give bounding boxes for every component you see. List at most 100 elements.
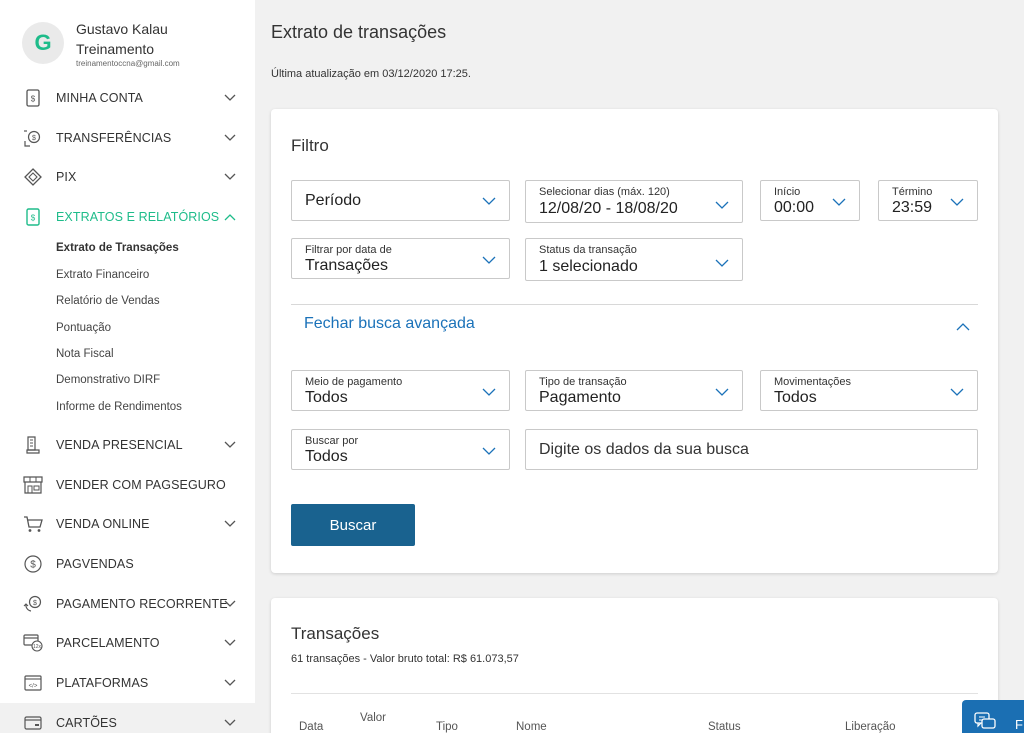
sidebar-subitem-relatorio-vendas[interactable]: Relatório de Vendas bbox=[56, 295, 160, 307]
sidebar-item-label: PARCELAMENTO bbox=[56, 636, 160, 650]
transactions-title: Transações bbox=[291, 624, 380, 643]
sidebar-item-label: PIX bbox=[56, 170, 77, 184]
sidebar-subitem-pontuacao[interactable]: Pontuação bbox=[56, 322, 111, 334]
sidebar-item-cartoes[interactable]: CARTÕES bbox=[0, 703, 255, 733]
chevron-down-icon bbox=[222, 675, 238, 691]
movimentacoes-select[interactable]: Movimentações Todos bbox=[760, 370, 978, 411]
search-input[interactable] bbox=[525, 429, 978, 470]
sidebar-item-pagamento-recorrente[interactable]: $ PAGAMENTO RECORRENTE bbox=[0, 584, 255, 624]
svg-text:</>: </> bbox=[29, 684, 38, 690]
filtrar-data-value: Transações bbox=[305, 257, 388, 274]
sidebar: G Gustavo Kalau Treinamento treinamentoc… bbox=[0, 0, 255, 733]
divider bbox=[291, 693, 978, 694]
report-icon: $ bbox=[23, 207, 43, 227]
pix-icon bbox=[23, 167, 43, 187]
column-header-status[interactable]: Status bbox=[708, 721, 741, 733]
svg-text:$: $ bbox=[33, 600, 37, 607]
cart-icon bbox=[23, 514, 43, 534]
sidebar-item-label: MINHA CONTA bbox=[56, 91, 143, 105]
svg-text:12x: 12x bbox=[33, 644, 42, 650]
transactions-card: Transações 61 transações - Valor bruto t… bbox=[271, 598, 998, 733]
movimentacoes-label: Movimentações bbox=[774, 376, 852, 388]
inicio-value: 00:00 bbox=[774, 199, 815, 216]
dias-value: 12/08/20 - 18/08/20 bbox=[539, 200, 678, 217]
meio-pagamento-select[interactable]: Meio de pagamento Todos bbox=[291, 370, 510, 411]
chevron-down-icon bbox=[949, 194, 965, 210]
chevron-down-icon bbox=[222, 596, 238, 612]
sidebar-item-label: VENDA ONLINE bbox=[56, 517, 150, 531]
svg-text:$: $ bbox=[31, 95, 36, 104]
periodo-value: Período bbox=[305, 192, 362, 209]
sidebar-item-pagvendas[interactable]: $ PAGVENDAS bbox=[0, 544, 255, 584]
chevron-down-icon bbox=[714, 197, 730, 213]
sidebar-item-plataformas[interactable]: </> PLATAFORMAS bbox=[0, 663, 255, 703]
meio-pagamento-value: Todos bbox=[305, 389, 348, 406]
tipo-transacao-value: Pagamento bbox=[539, 389, 621, 406]
sidebar-subitem-extrato-financeiro[interactable]: Extrato Financeiro bbox=[56, 269, 149, 281]
installment-icon: 12x bbox=[23, 633, 43, 653]
buscar-por-select[interactable]: Buscar por Todos bbox=[291, 429, 510, 470]
phone-dollar-icon: $ bbox=[23, 88, 43, 108]
svg-text:$: $ bbox=[32, 135, 36, 142]
chevron-down-icon bbox=[222, 437, 238, 453]
column-header-tipo[interactable]: Tipo bbox=[436, 721, 458, 733]
column-header-nome[interactable]: Nome bbox=[516, 721, 547, 733]
sidebar-item-extratos-relatorios[interactable]: $ EXTRATOS E RELATÓRIOS bbox=[0, 197, 255, 237]
periodo-select[interactable]: Período bbox=[291, 180, 510, 221]
column-header-liberacao[interactable]: Liberação bbox=[845, 721, 896, 733]
chevron-up-icon[interactable] bbox=[954, 318, 972, 336]
user-name: Gustavo Kalau Treinamento bbox=[76, 21, 168, 57]
card-machine-icon bbox=[23, 435, 43, 455]
chevron-down-icon bbox=[481, 384, 497, 400]
sidebar-item-label: PAGVENDAS bbox=[56, 557, 134, 571]
status-select[interactable]: Status da transação 1 selecionado bbox=[525, 238, 743, 281]
user-profile: G Gustavo Kalau Treinamento treinamentoc… bbox=[0, 0, 255, 78]
svg-text:$: $ bbox=[31, 214, 36, 223]
column-header-data[interactable]: Data bbox=[299, 721, 323, 733]
last-update-text: Última atualização em 03/12/2020 17:25. bbox=[271, 68, 471, 80]
chevron-down-icon bbox=[481, 252, 497, 268]
inicio-select[interactable]: Início 00:00 bbox=[760, 180, 860, 221]
tipo-transacao-select[interactable]: Tipo de transação Pagamento bbox=[525, 370, 743, 411]
chevron-down-icon bbox=[949, 384, 965, 400]
dias-label: Selecionar dias (máx. 120) bbox=[539, 186, 670, 198]
sidebar-item-venda-online[interactable]: VENDA ONLINE bbox=[0, 504, 255, 544]
sidebar-subitem-informe-rendimentos[interactable]: Informe de Rendimentos bbox=[56, 401, 182, 413]
card-icon bbox=[23, 713, 43, 733]
sidebar-item-transferencias[interactable]: $ TRANSFERÊNCIAS bbox=[0, 118, 255, 158]
status-label: Status da transação bbox=[539, 244, 637, 256]
sidebar-item-venda-presencial[interactable]: VENDA PRESENCIAL bbox=[0, 425, 255, 465]
search-button[interactable]: Buscar bbox=[291, 504, 415, 546]
sidebar-item-vender-pagseguro[interactable]: VENDER COM PAGSEGURO bbox=[0, 465, 255, 505]
divider bbox=[291, 304, 978, 305]
sidebar-item-label: CARTÕES bbox=[56, 716, 117, 730]
dias-select[interactable]: Selecionar dias (máx. 120) 12/08/20 - 18… bbox=[525, 180, 743, 223]
movimentacoes-value: Todos bbox=[774, 389, 817, 406]
sidebar-item-label: VENDA PRESENCIAL bbox=[56, 438, 183, 452]
sidebar-item-pix[interactable]: PIX bbox=[0, 157, 255, 197]
filtrar-data-select[interactable]: Filtrar por data de Transações bbox=[291, 238, 510, 279]
chat-icon bbox=[974, 712, 996, 730]
column-header-valor[interactable]: Valor bbox=[360, 712, 386, 724]
recurring-payment-icon: $ bbox=[23, 594, 43, 614]
chevron-down-icon bbox=[831, 194, 847, 210]
sidebar-item-parcelamento[interactable]: 12x PARCELAMENTO bbox=[0, 623, 255, 663]
transfer-icon: $ bbox=[23, 128, 43, 148]
sidebar-subitem-demonstrativo-dirf[interactable]: Demonstrativo DIRF bbox=[56, 374, 160, 386]
code-window-icon: </> bbox=[23, 673, 43, 693]
advanced-search-toggle[interactable]: Fechar busca avançada bbox=[304, 315, 475, 333]
avatar[interactable]: G bbox=[22, 22, 64, 64]
termino-select[interactable]: Término 23:59 bbox=[878, 180, 978, 221]
sidebar-item-minha-conta[interactable]: $ MINHA CONTA bbox=[0, 78, 255, 118]
chevron-down-icon bbox=[714, 255, 730, 271]
sidebar-subitem-nota-fiscal[interactable]: Nota Fiscal bbox=[56, 348, 114, 360]
filtrar-data-label: Filtrar por data de bbox=[305, 244, 392, 256]
filter-card: Filtro Período Selecionar dias (máx. 120… bbox=[271, 109, 998, 573]
sidebar-subitem-extrato-transacoes[interactable]: Extrato de Transações bbox=[56, 242, 179, 254]
meio-pagamento-label: Meio de pagamento bbox=[305, 376, 403, 388]
help-chat-button[interactable]: F bbox=[962, 700, 1024, 733]
sidebar-item-label: VENDER COM PAGSEGURO bbox=[56, 478, 226, 492]
chevron-up-icon bbox=[222, 209, 238, 225]
chevron-down-icon bbox=[222, 130, 238, 146]
sidebar-item-label: EXTRATOS E RELATÓRIOS bbox=[56, 210, 220, 224]
